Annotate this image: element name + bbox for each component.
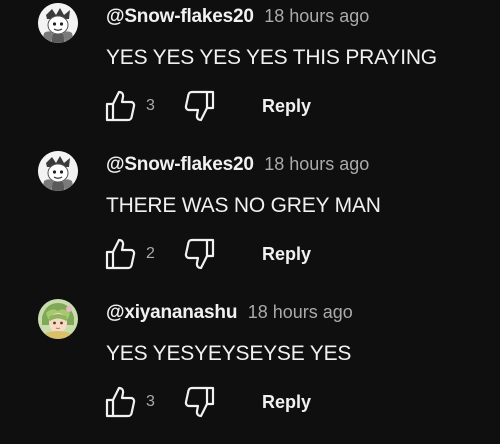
comment-author[interactable]: @xiyananashu [106,302,237,323]
comment-item: @Snow-flakes20 18 hours ago THERE WAS NO… [0,148,500,296]
avatar[interactable] [38,3,78,43]
dislike-button[interactable] [182,88,218,124]
comment-item: @Snow-flakes20 18 hours ago YES YES YES … [0,0,500,148]
snow-flakes-avatar-icon [38,3,78,43]
reply-button[interactable]: Reply [252,240,321,268]
thumb-up-icon [102,384,138,420]
comment-timestamp[interactable]: 18 hours ago [264,6,369,26]
comment-text: YES YES YES YES THIS PRAYING [106,46,437,69]
like-count: 2 [146,245,155,262]
comment-actions: 3 Reply [102,88,462,124]
dislike-button[interactable] [182,236,218,272]
comment-header: @Snow-flakes20 18 hours ago [106,4,369,30]
thumb-down-icon [182,384,218,420]
avatar[interactable] [38,151,78,191]
comment-author[interactable]: @Snow-flakes20 [106,6,254,27]
comment-author[interactable]: @Snow-flakes20 [106,154,254,175]
reply-button[interactable]: Reply [252,92,321,120]
thumb-up-icon [102,88,138,124]
xiyananashu-avatar-icon [38,299,78,339]
thumb-up-icon [102,236,138,272]
dislike-button[interactable] [182,384,218,420]
like-button[interactable] [102,88,138,124]
snow-flakes-avatar-icon [38,151,78,191]
like-button[interactable] [102,384,138,420]
comment-text: YES YESYEYSEYSE YES [106,342,352,365]
like-count: 3 [146,393,155,410]
comment-timestamp[interactable]: 18 hours ago [264,154,369,174]
avatar[interactable] [38,299,78,339]
like-button[interactable] [102,236,138,272]
like-count: 3 [146,97,155,114]
comment-header: @xiyananashu 18 hours ago [106,300,353,326]
thumb-down-icon [182,236,218,272]
comment-actions: 2 Reply [102,236,462,272]
thumb-down-icon [182,88,218,124]
comment-header: @Snow-flakes20 18 hours ago [106,152,369,178]
comment-text: THERE WAS NO GREY MAN [106,194,381,217]
reply-button[interactable]: Reply [252,388,321,416]
comment-timestamp[interactable]: 18 hours ago [248,302,353,322]
comment-actions: 3 Reply [102,384,462,420]
comment-item: @xiyananashu 18 hours ago YES YESYEYSEYS… [0,296,500,444]
